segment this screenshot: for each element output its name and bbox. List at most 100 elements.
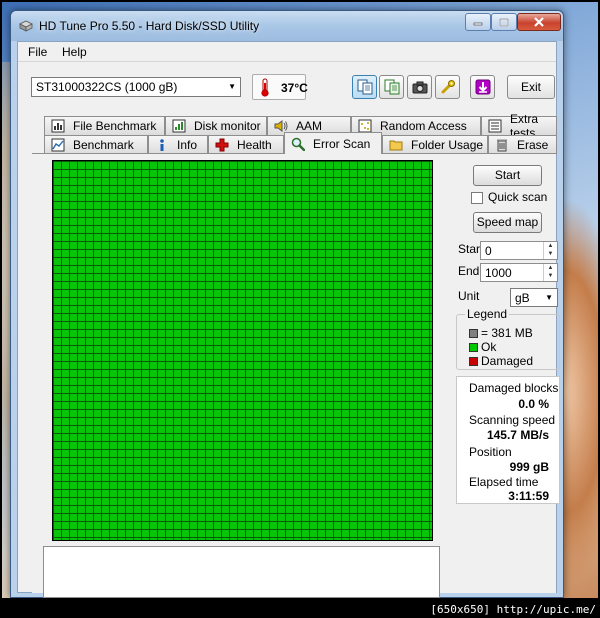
tab-label: Erase <box>517 138 549 152</box>
info-icon <box>160 139 164 151</box>
speed-map-button[interactable]: Speed map <box>473 212 542 233</box>
legend-item-block-size: = 381 MB <box>469 326 533 340</box>
thermometer-icon <box>261 78 269 97</box>
start-spinner[interactable]: ▲ ▼ <box>543 242 557 259</box>
spin-down-icon[interactable]: ▼ <box>544 250 557 258</box>
quick-scan-checkbox[interactable] <box>471 192 483 204</box>
disk-monitor-icon <box>172 119 186 133</box>
chevron-down-icon: ▼ <box>545 293 553 302</box>
copy-info-button[interactable] <box>379 75 404 99</box>
copy-text-button[interactable] <box>352 75 377 99</box>
end-spinner[interactable]: ▲ ▼ <box>543 264 557 281</box>
spin-down-icon[interactable]: ▼ <box>544 272 557 280</box>
unit-select-value: gB <box>515 291 530 305</box>
tab-erase[interactable]: Erase <box>488 135 557 154</box>
error-scan-panel: Start Quick scan Speed map Start 0 ▲ ▼ En… <box>32 153 560 598</box>
position-label: Position <box>469 445 512 459</box>
scan-block-grid <box>52 160 433 541</box>
scanning-speed-label: Scanning speed <box>469 413 556 427</box>
tab-label: File Benchmark <box>73 119 157 133</box>
minimize-icon <box>473 22 483 26</box>
maximize-icon <box>499 17 509 27</box>
trash-icon <box>497 139 507 152</box>
copy-icon <box>357 79 372 95</box>
unit-select[interactable]: gB ▼ <box>510 288 558 307</box>
tab-label: Info <box>177 138 198 152</box>
copy-info-icon <box>384 79 399 95</box>
legend-swatch-block <box>469 329 478 338</box>
quick-scan-label[interactable]: Quick scan <box>488 190 547 204</box>
close-button[interactable] <box>517 13 561 31</box>
window-client-area: File Help ST31000322CS (1000 gB) ▼ 37°C <box>17 41 560 598</box>
app-window: HD Tune Pro 5.50 - Hard Disk/SSD Utility… <box>10 10 564 598</box>
temperature-display: 37°C <box>252 74 308 100</box>
tab-file-benchmark[interactable]: File Benchmark <box>44 116 165 135</box>
extra-tests-icon <box>488 119 502 133</box>
tab-error-scan[interactable]: Error Scan <box>284 132 382 154</box>
scanning-speed-value: 145.7 MB/s <box>486 428 549 442</box>
tab-extra-tests[interactable]: Extra tests <box>481 112 557 140</box>
menu-help[interactable]: Help <box>62 45 87 59</box>
end-input-value: 1000 <box>485 266 512 280</box>
tab-label: Random Access <box>380 119 467 133</box>
legend-title: Legend <box>465 307 510 321</box>
wrench-icon <box>441 80 455 94</box>
tab-folder-usage[interactable]: Folder Usage <box>382 135 488 154</box>
title-bar[interactable]: HD Tune Pro 5.50 - Hard Disk/SSD Utility <box>11 11 563 41</box>
scan-log-area[interactable] <box>43 546 440 598</box>
elapsed-time-value: 3:11:59 <box>508 489 549 503</box>
download-arrow-icon <box>475 79 490 95</box>
legend-swatch-damaged <box>469 357 478 366</box>
tab-label: Disk monitor <box>194 119 261 133</box>
legend-label: Ok <box>481 340 497 354</box>
tab-label: AAM <box>296 119 323 133</box>
screenshot-button[interactable] <box>407 75 432 99</box>
hard-disk-icon <box>19 20 33 32</box>
save-button[interactable] <box>470 75 495 99</box>
end-field-label: End <box>458 264 480 278</box>
unit-field-label: Unit <box>458 289 480 303</box>
position-value: 999 gB <box>509 460 549 474</box>
legend-label: Damaged <box>481 354 534 368</box>
tab-benchmark[interactable]: Benchmark <box>44 135 148 154</box>
tab-label: Health <box>237 138 272 152</box>
menu-file[interactable]: File <box>28 45 47 59</box>
legend-item-damaged: Damaged <box>469 354 533 368</box>
speaker-icon <box>274 120 288 132</box>
spin-up-icon[interactable]: ▲ <box>544 264 557 272</box>
minimize-button[interactable] <box>465 13 491 31</box>
drive-select-value: ST31000322CS (1000 gB) <box>36 80 178 94</box>
end-input[interactable]: 1000 ▲ ▼ <box>480 263 558 282</box>
menu-bar: File Help <box>18 42 556 62</box>
tab-label: Benchmark <box>73 138 134 152</box>
spin-up-icon[interactable]: ▲ <box>544 242 557 250</box>
tab-label: Error Scan <box>313 136 371 151</box>
drive-select[interactable]: ST31000322CS (1000 gB) ▼ <box>31 77 241 97</box>
maximize-button[interactable] <box>491 13 517 31</box>
tab-disk-monitor[interactable]: Disk monitor <box>165 116 267 135</box>
window-title: HD Tune Pro 5.50 - Hard Disk/SSD Utility <box>39 19 260 33</box>
legend-label: = 381 MB <box>481 326 533 340</box>
start-button[interactable]: Start <box>473 165 542 186</box>
legend-group: Legend = 381 MB Ok Damaged <box>456 307 560 370</box>
elapsed-time-label: Elapsed time <box>469 475 539 489</box>
scan-statistics: Damaged blocks 0.0 % Scanning speed 145.… <box>456 376 560 504</box>
start-input-value: 0 <box>485 244 492 258</box>
camera-icon <box>412 81 427 94</box>
exit-button[interactable]: Exit <box>507 75 555 99</box>
temperature-value: 37°C <box>281 81 308 95</box>
tab-info[interactable]: Info <box>148 135 208 154</box>
desktop-background: HD Tune Pro 5.50 - Hard Disk/SSD Utility… <box>2 2 598 598</box>
legend-item-ok: Ok <box>469 340 496 354</box>
start-input[interactable]: 0 ▲ ▼ <box>480 241 558 260</box>
tab-health[interactable]: Health <box>208 135 284 154</box>
toolbar: ST31000322CS (1000 gB) ▼ 37°C Exit <box>18 63 556 111</box>
random-access-icon <box>358 119 372 133</box>
close-icon <box>534 17 544 27</box>
damaged-blocks-label: Damaged blocks <box>469 381 559 395</box>
legend-swatch-ok <box>469 343 478 352</box>
damaged-blocks-value: 0.0 % <box>518 397 549 411</box>
options-button[interactable] <box>435 75 460 99</box>
file-benchmark-icon <box>51 119 65 133</box>
folder-icon <box>389 140 403 151</box>
